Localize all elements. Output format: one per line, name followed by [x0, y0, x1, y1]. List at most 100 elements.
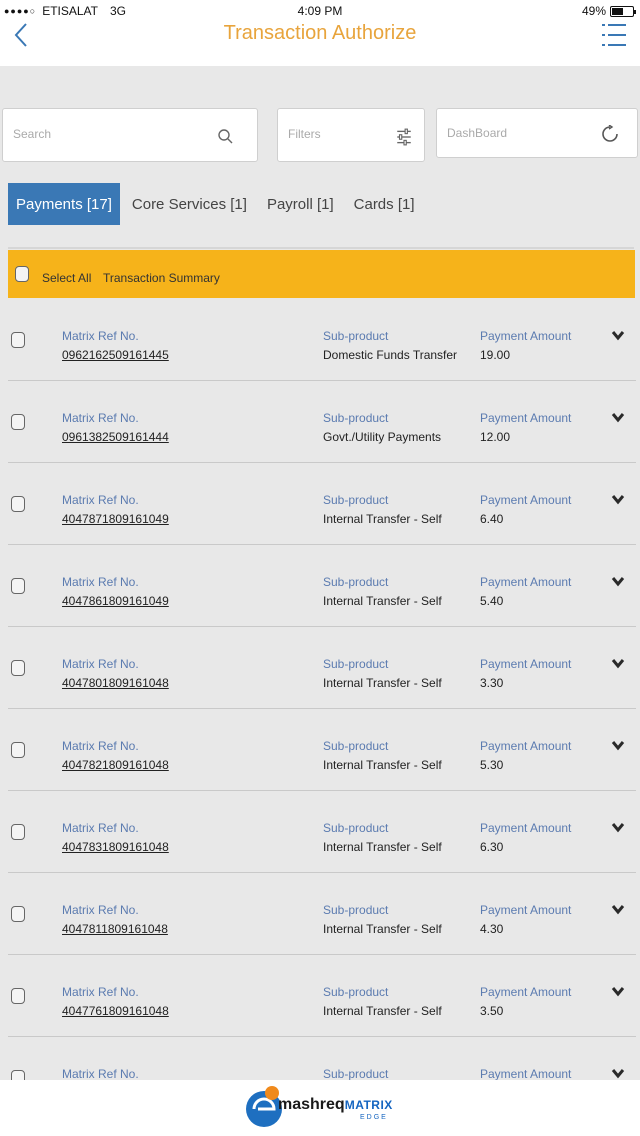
- payment-amount-label: Payment Amount: [480, 739, 572, 753]
- payment-amount-label: Payment Amount: [480, 1067, 572, 1081]
- select-all-label[interactable]: Select All: [42, 271, 91, 285]
- table-row[interactable]: Matrix Ref No. 0962162509161445 Sub-produc…: [8, 299, 636, 381]
- row-checkbox[interactable]: [11, 414, 25, 430]
- tab-bar: Payments [17] Core Services [1] Payroll …: [8, 183, 423, 225]
- menu-button[interactable]: [602, 22, 626, 48]
- chevron-down-icon[interactable]: [611, 1068, 625, 1080]
- table-row[interactable]: Matrix Ref No. 0961382509161444 Sub-produc…: [8, 381, 636, 463]
- ref-number[interactable]: 0962162509161445: [62, 348, 169, 362]
- tab-payments[interactable]: Payments [17]: [8, 183, 120, 225]
- chevron-down-icon[interactable]: [611, 986, 625, 998]
- table-row[interactable]: Matrix Ref No. 4047821809161048 Sub-produc…: [8, 709, 636, 791]
- row-checkbox[interactable]: [11, 496, 25, 512]
- payment-amount-value: 3.30: [480, 676, 504, 690]
- chevron-down-icon[interactable]: [611, 822, 625, 834]
- sub-product-value: Internal Transfer - Self: [323, 594, 442, 608]
- chevron-down-icon[interactable]: [611, 494, 625, 506]
- sliders-icon[interactable]: [395, 128, 413, 146]
- table-row[interactable]: Matrix Ref No. 4047871809161049 Sub-produc…: [8, 463, 636, 545]
- clock: 4:09 PM: [297, 4, 343, 18]
- page-title: Transaction Authorize: [223, 22, 417, 44]
- nav-bar: Transaction Authorize: [0, 22, 640, 66]
- dashboard-box[interactable]: [436, 108, 638, 158]
- sub-product-label: Sub-product: [323, 1067, 389, 1081]
- ref-label: Matrix Ref No.: [62, 493, 139, 507]
- table-row[interactable]: Matrix Ref No. 4047861809161049 Sub-produc…: [8, 545, 636, 627]
- payment-amount-value: 3.50: [480, 1004, 504, 1018]
- ref-label: Matrix Ref No.: [62, 1067, 139, 1081]
- ref-number[interactable]: 0961382509161444: [62, 430, 169, 444]
- ref-label: Matrix Ref No.: [62, 575, 139, 589]
- payment-amount-label: Payment Amount: [480, 329, 572, 343]
- ref-label: Matrix Ref No.: [62, 739, 139, 753]
- dashboard-input[interactable]: [447, 126, 567, 140]
- row-checkbox[interactable]: [11, 578, 25, 594]
- ref-number[interactable]: 4047831809161048: [62, 840, 169, 854]
- payment-amount-value: 5.40: [480, 594, 504, 608]
- battery-icon: [610, 5, 636, 17]
- ref-number[interactable]: 4047811809161048: [62, 922, 168, 936]
- payment-amount-label: Payment Amount: [480, 411, 572, 425]
- chevron-down-icon[interactable]: [611, 904, 625, 916]
- row-checkbox[interactable]: [11, 824, 25, 840]
- sub-product-value: Internal Transfer - Self: [323, 512, 442, 526]
- payment-amount-label: Payment Amount: [480, 575, 572, 589]
- ref-number[interactable]: 4047801809161048: [62, 676, 169, 690]
- ref-number[interactable]: 4047871809161049: [62, 512, 169, 526]
- tab-payroll[interactable]: Payroll [1]: [259, 183, 342, 225]
- payment-amount-label: Payment Amount: [480, 903, 572, 917]
- ref-number[interactable]: 4047761809161048: [62, 1004, 169, 1018]
- payment-amount-label: Payment Amount: [480, 493, 572, 507]
- search-icon[interactable]: [217, 128, 235, 146]
- ref-number[interactable]: 4047821809161048: [62, 758, 169, 772]
- sub-product-label: Sub-product: [323, 739, 389, 753]
- sub-product-value: Internal Transfer - Self: [323, 676, 442, 690]
- refresh-icon[interactable]: [601, 125, 619, 143]
- ref-label: Matrix Ref No.: [62, 903, 139, 917]
- select-all-checkbox[interactable]: [15, 266, 29, 282]
- brand-accent: MATRIX: [344, 1098, 393, 1112]
- table-row[interactable]: Matrix Ref No. 4047801809161048 Sub-produc…: [8, 627, 636, 709]
- ref-label: Matrix Ref No.: [62, 411, 139, 425]
- ref-label: Matrix Ref No.: [62, 329, 139, 343]
- sub-product-value: Govt./Utility Payments: [323, 430, 442, 444]
- payment-amount-value: 5.30: [480, 758, 504, 772]
- row-checkbox[interactable]: [11, 660, 25, 676]
- row-checkbox[interactable]: [11, 906, 25, 922]
- sub-product-label: Sub-product: [323, 821, 389, 835]
- chevron-down-icon[interactable]: [611, 740, 625, 752]
- ref-label: Matrix Ref No.: [62, 821, 139, 835]
- chevron-down-icon[interactable]: [611, 576, 625, 588]
- sub-product-value: Domestic Funds Transfer: [323, 348, 458, 362]
- filters-input[interactable]: [288, 127, 378, 141]
- row-checkbox[interactable]: [11, 332, 25, 348]
- table-row[interactable]: Matrix Ref No. 4047831809161048 Sub-produc…: [8, 791, 636, 873]
- transaction-summary-link[interactable]: Transaction Summary: [103, 271, 220, 285]
- table-row[interactable]: Matrix Ref No. 4047811809161048 Sub-produc…: [8, 873, 636, 955]
- tab-divider: [8, 247, 634, 249]
- sub-product-label: Sub-product: [323, 411, 389, 425]
- brand-main: mashreq: [278, 1096, 345, 1113]
- sub-product-label: Sub-product: [323, 329, 389, 343]
- payment-amount-label: Payment Amount: [480, 985, 572, 999]
- chevron-down-icon[interactable]: [611, 330, 625, 342]
- sub-product-label: Sub-product: [323, 575, 389, 589]
- row-checkbox[interactable]: [11, 742, 25, 758]
- chevron-down-icon[interactable]: [611, 412, 625, 424]
- payment-amount-value: 19.00: [480, 348, 511, 362]
- payment-amount-value: 12.00: [480, 430, 511, 444]
- payment-amount-value: 6.40: [480, 512, 504, 526]
- search-box: [2, 108, 258, 162]
- payment-amount-label: Payment Amount: [480, 657, 572, 671]
- tab-cards[interactable]: Cards [1]: [346, 183, 423, 225]
- filters-box[interactable]: [277, 108, 425, 162]
- table-row[interactable]: Matrix Ref No. 4047761809161048 Sub-produc…: [8, 955, 636, 1037]
- search-input[interactable]: [13, 127, 163, 141]
- payment-amount-value: 6.30: [480, 840, 504, 854]
- row-checkbox[interactable]: [11, 988, 25, 1004]
- ref-number[interactable]: 4047861809161049: [62, 594, 169, 608]
- select-all-bar: Select All Transaction Summary: [8, 250, 635, 298]
- chevron-down-icon[interactable]: [611, 658, 625, 670]
- battery-percent: 49%: [581, 4, 606, 18]
- tab-core-services[interactable]: Core Services [1]: [124, 183, 255, 225]
